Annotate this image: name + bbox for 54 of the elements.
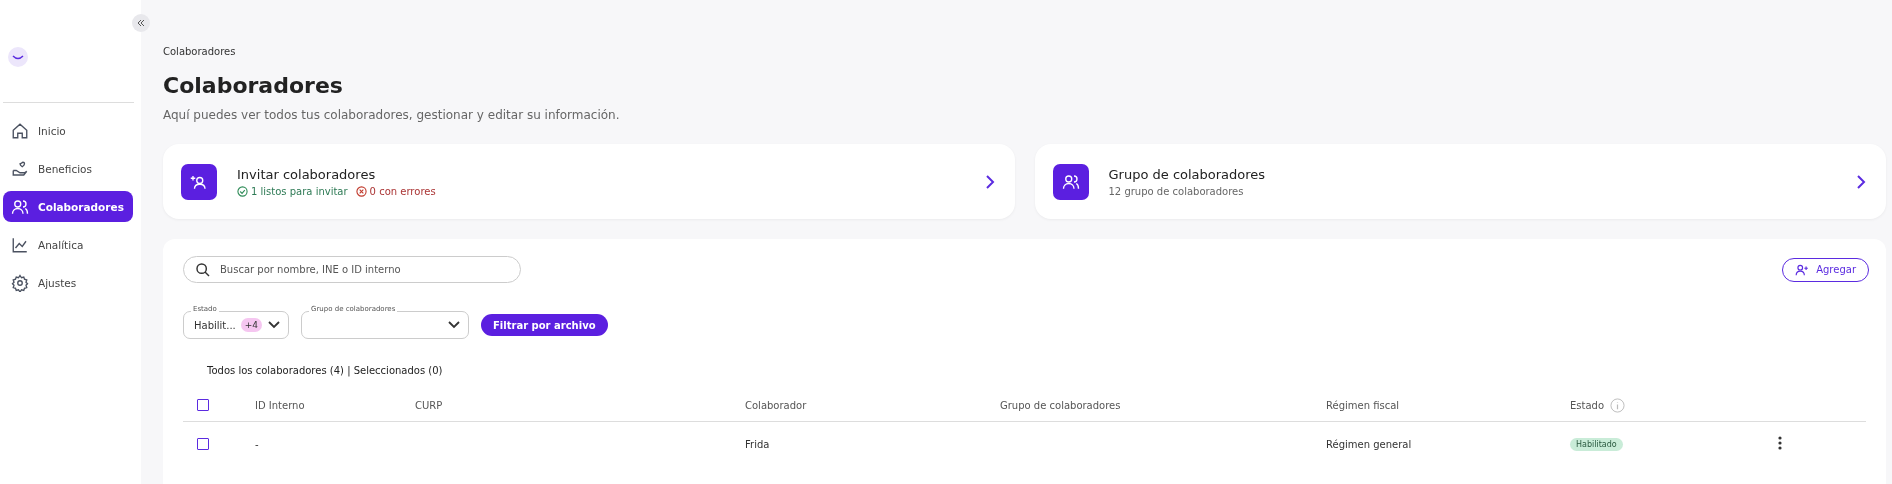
caret-icon bbox=[268, 321, 280, 329]
column-header: Grupo de colaboradores bbox=[1000, 399, 1122, 411]
column-header: ID Interno bbox=[255, 399, 306, 411]
chevron-right-icon bbox=[984, 174, 995, 189]
home-icon bbox=[11, 121, 29, 140]
users-icon bbox=[11, 197, 29, 216]
line-chart-icon bbox=[11, 235, 29, 254]
select-all-checkbox[interactable] bbox=[197, 399, 209, 411]
page-subtitle: Aquí puedes ver todos tus colaboradores, gestionar y editar su información. bbox=[163, 108, 621, 122]
column-header: Colaborador bbox=[745, 399, 808, 411]
double-chevron-left-icon bbox=[137, 19, 145, 27]
filter-select[interactable]: Habilit... +4 bbox=[183, 311, 289, 339]
search-field[interactable]: Buscar por nombre, INE o ID interno bbox=[183, 256, 521, 283]
sidebar-item[interactable]: Analítica bbox=[3, 229, 133, 260]
sidebar-item[interactable]: Colaboradores bbox=[3, 191, 133, 222]
table-cell-text: Régimen general bbox=[1326, 438, 1413, 450]
more-options-icon[interactable] bbox=[1778, 436, 1782, 450]
x-circle-icon bbox=[355, 185, 367, 197]
settings-icon bbox=[11, 273, 29, 292]
table-cell-text: - bbox=[255, 438, 260, 450]
count-badge: +4 bbox=[240, 318, 263, 332]
users-icon bbox=[1052, 163, 1089, 200]
sidebar-item[interactable]: Ajustes bbox=[3, 267, 133, 298]
check-circle-icon bbox=[237, 185, 248, 197]
chevron-right-icon bbox=[1856, 174, 1866, 189]
table-cell-text: Frida bbox=[745, 438, 771, 450]
nav-card[interactable]: Grupo de colaboradores 12 grupo de colaboradores bbox=[1034, 144, 1886, 219]
breadcrumb: Colaboradores bbox=[163, 46, 237, 57]
column-header: Estado bbox=[1570, 397, 1778, 413]
collapse-button[interactable] bbox=[132, 14, 150, 32]
nav-card[interactable]: Invitar colaboradores 1 listos para invitar 0 con errores bbox=[163, 144, 1015, 219]
add-user-icon bbox=[1795, 262, 1810, 277]
info-icon bbox=[1610, 397, 1626, 413]
status-badge: Habilitado bbox=[1570, 437, 1623, 451]
selection-summary: Todos los colaboradores (4) | Seleccionados (0) bbox=[207, 365, 444, 376]
error-count: 0 con errores bbox=[355, 185, 436, 197]
sidebar-item[interactable]: Beneficios bbox=[3, 153, 133, 184]
page-title: Colaboradores bbox=[163, 73, 344, 98]
card-title: Invitar colaboradores bbox=[237, 166, 377, 182]
sidebar-item[interactable]: Inicio bbox=[3, 115, 133, 146]
card-title: Grupo de colaboradores bbox=[1108, 166, 1267, 182]
select-value: Habilit... bbox=[194, 319, 236, 331]
hand-heart-icon bbox=[11, 159, 29, 178]
add-user-icon bbox=[181, 163, 217, 200]
card-subtitle: 12 grupo de colaboradores bbox=[1108, 185, 1245, 197]
ready-count: 1 listos para invitar bbox=[237, 185, 348, 197]
row-checkbox[interactable] bbox=[197, 438, 209, 450]
add-button[interactable]: Agregar bbox=[1782, 257, 1869, 282]
column-header: CURP bbox=[415, 399, 444, 411]
smiley-logo-icon bbox=[8, 47, 28, 67]
caret-icon bbox=[448, 321, 460, 329]
column-header: Régimen fiscal bbox=[1326, 399, 1401, 411]
search-icon bbox=[195, 262, 211, 278]
filter-by-file-button[interactable]: Filtrar por archivo bbox=[481, 314, 608, 336]
